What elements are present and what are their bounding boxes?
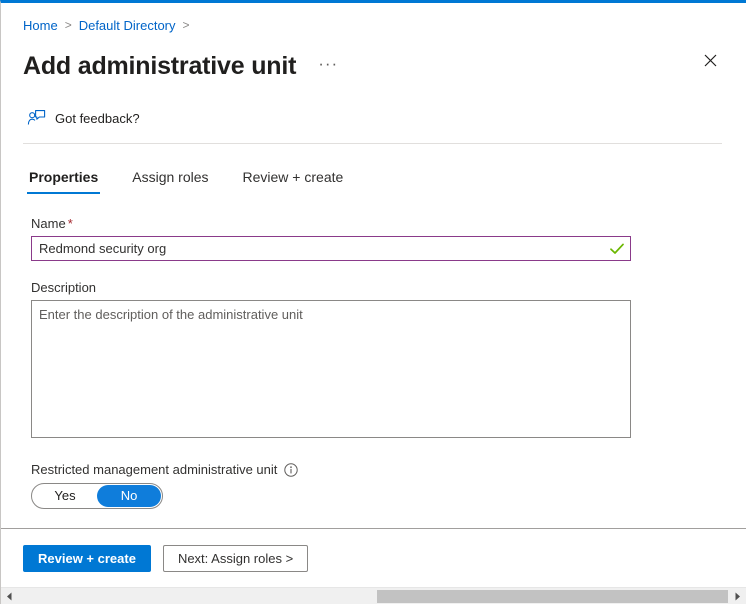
restricted-management-label: Restricted management administrative uni… bbox=[31, 462, 278, 477]
close-button[interactable] bbox=[696, 46, 724, 74]
required-marker: * bbox=[67, 216, 73, 231]
name-input[interactable] bbox=[31, 236, 631, 261]
tab-assign-roles[interactable]: Assign roles bbox=[130, 169, 210, 194]
blade-window: Home > Default Directory > Add administr… bbox=[0, 0, 746, 604]
restricted-management-group: Restricted management administrative uni… bbox=[31, 462, 746, 509]
description-textarea[interactable] bbox=[31, 300, 631, 438]
breadcrumb-item-default-directory[interactable]: Default Directory bbox=[79, 18, 176, 33]
restricted-management-toggle[interactable]: Yes No bbox=[31, 483, 163, 509]
more-options-icon[interactable]: ··· bbox=[314, 53, 342, 79]
horizontal-scrollbar[interactable] bbox=[1, 587, 746, 604]
tab-properties[interactable]: Properties bbox=[27, 169, 101, 194]
description-field-group: Description bbox=[31, 280, 746, 443]
next-assign-roles-button[interactable]: Next: Assign roles > bbox=[162, 544, 309, 572]
breadcrumb-item-home[interactable]: Home bbox=[23, 18, 58, 33]
scroll-track[interactable] bbox=[18, 588, 729, 605]
title-row: Add administrative unit ··· bbox=[1, 36, 746, 90]
breadcrumb: Home > Default Directory > bbox=[1, 3, 746, 36]
name-input-wrap bbox=[31, 236, 631, 261]
page-title: Add administrative unit bbox=[23, 51, 297, 80]
got-feedback-link[interactable]: Got feedback? bbox=[27, 109, 140, 128]
toggle-option-yes[interactable]: Yes bbox=[33, 485, 97, 507]
feedback-person-icon bbox=[27, 109, 46, 128]
scroll-left-button[interactable] bbox=[1, 588, 18, 605]
chevron-right-icon bbox=[735, 592, 740, 600]
footer-actions: Review + create Next: Assign roles > bbox=[1, 529, 746, 587]
description-label: Description bbox=[31, 280, 97, 295]
breadcrumb-separator-icon: > bbox=[64, 18, 72, 32]
scroll-thumb[interactable] bbox=[377, 589, 728, 603]
toggle-option-no[interactable]: No bbox=[97, 485, 161, 507]
name-label-text: Name bbox=[31, 216, 66, 231]
got-feedback-label: Got feedback? bbox=[55, 110, 140, 126]
name-label: Name * bbox=[31, 216, 746, 231]
properties-form: Name* Description Restricted management … bbox=[1, 194, 746, 528]
name-field-group: Name * bbox=[31, 216, 746, 261]
review-create-button[interactable]: Review + create bbox=[23, 544, 151, 572]
scroll-right-button[interactable] bbox=[729, 588, 746, 605]
tab-list: Properties Assign roles Review + create bbox=[1, 144, 746, 194]
breadcrumb-separator-icon: > bbox=[182, 18, 190, 32]
chevron-left-icon bbox=[7, 592, 12, 600]
feedback-row: Got feedback? bbox=[1, 90, 746, 132]
tab-review-create[interactable]: Review + create bbox=[241, 169, 346, 194]
close-icon bbox=[704, 54, 716, 66]
info-icon[interactable] bbox=[284, 462, 299, 477]
restricted-label-row: Restricted management administrative uni… bbox=[31, 462, 746, 477]
